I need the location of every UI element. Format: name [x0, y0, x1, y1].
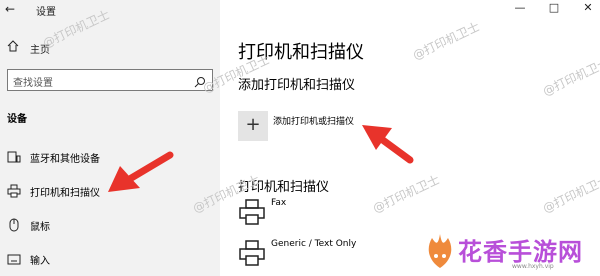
site-logo: 花香手游网 www.hxyh.vip [420, 226, 600, 276]
printers-section-title: 打印机和扫描仪 [238, 180, 330, 195]
printer-name: Fax [271, 198, 287, 208]
page-title: 打印机和扫描仪 [238, 42, 364, 63]
printer-icon [7, 183, 21, 198]
add-printer-label[interactable]: 添加打印机或扫描仪 [273, 114, 354, 127]
printer-icon [238, 198, 266, 226]
section-label: 设备 [7, 114, 27, 125]
search-input[interactable]: 查找设置 [7, 69, 213, 91]
maximize-icon[interactable]: □ [544, 1, 564, 14]
sidebar-item-printers[interactable]: 打印机和扫描仪 [0, 179, 220, 201]
bluetooth-devices-icon [7, 149, 21, 163]
title-bar: ← 设置 [0, 0, 220, 20]
sidebar-item-mouse[interactable]: 鼠标 [0, 213, 220, 235]
minimize-icon[interactable]: — [510, 1, 530, 14]
sidebar: ← 设置 主页 查找设置 设备 蓝牙和其他设备 打印机和扫描仪 鼠标 输入 [0, 0, 220, 276]
sidebar-item-label: 输入 [30, 256, 50, 267]
app-title: 设置 [36, 7, 56, 18]
add-section-title: 添加打印机和扫描仪 [238, 78, 356, 93]
printer-icon [238, 239, 266, 267]
logo-text: 花香手游网 [458, 238, 583, 266]
keyboard-icon [7, 251, 21, 265]
plus-icon: + [245, 114, 261, 135]
add-printer-button[interactable]: + [238, 111, 268, 141]
printer-name: Generic / Text Only [271, 239, 357, 249]
sidebar-item-label: 鼠标 [30, 222, 50, 233]
search-icon[interactable] [194, 73, 206, 88]
logo-subtext: www.hxyh.vip [512, 263, 554, 270]
printer-item[interactable]: Fax [238, 198, 538, 228]
close-icon[interactable]: ✕ [578, 1, 598, 14]
sidebar-item-label: 打印机和扫描仪 [30, 188, 100, 199]
sidebar-item-input[interactable]: 输入 [0, 247, 220, 269]
back-arrow-icon[interactable]: ← [5, 1, 21, 17]
sidebar-item-label: 蓝牙和其他设备 [30, 154, 100, 165]
window-controls: — □ ✕ [500, 0, 600, 18]
mouse-icon [7, 217, 21, 232]
search-placeholder: 查找设置 [13, 78, 53, 89]
sidebar-item-label: 主页 [30, 45, 50, 56]
home-icon [7, 40, 19, 55]
sidebar-item-bluetooth[interactable]: 蓝牙和其他设备 [0, 145, 220, 167]
flower-logo-icon [428, 234, 452, 268]
sidebar-item-home[interactable]: 主页 [0, 38, 220, 58]
